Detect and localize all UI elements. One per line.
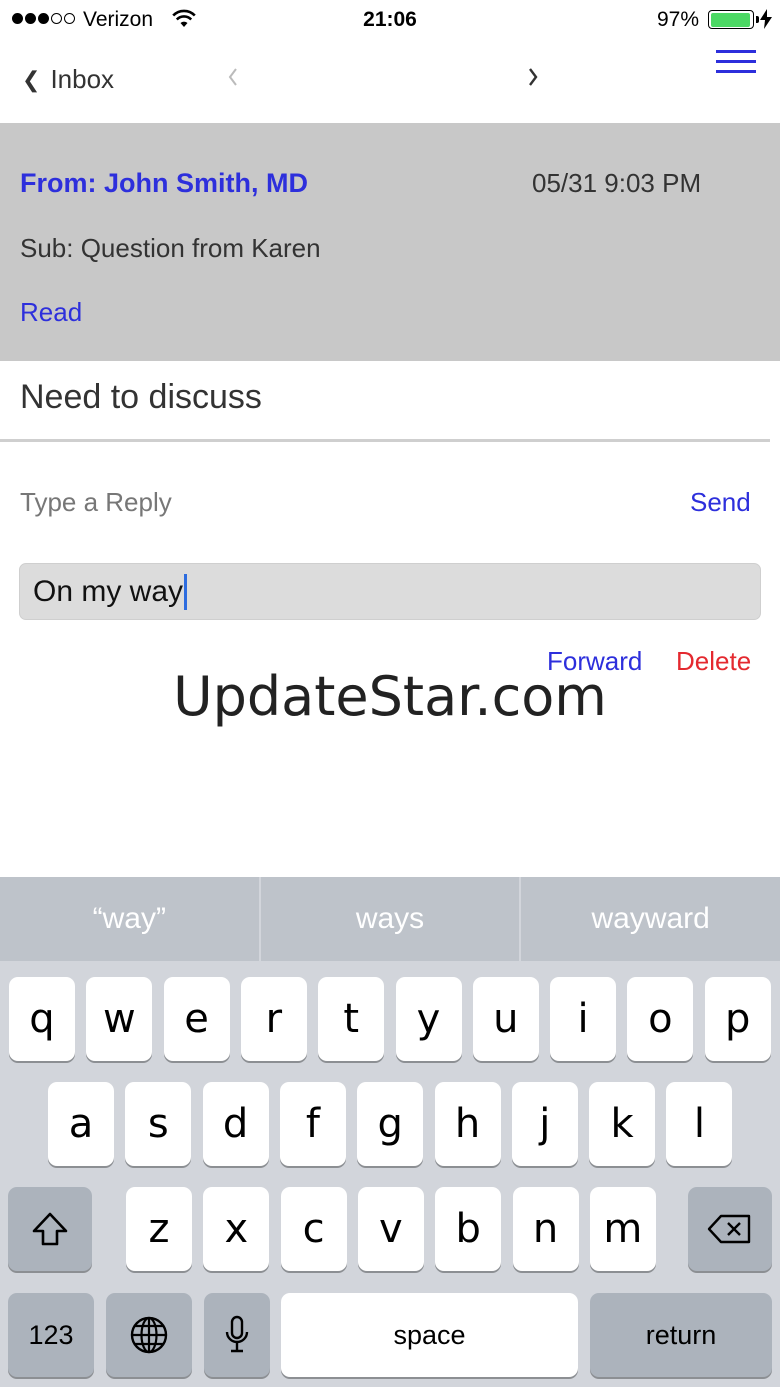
key-a[interactable]: a: [48, 1082, 114, 1166]
key-n[interactable]: n: [512, 1187, 579, 1271]
keyboard: “way” ways wayward qwertyuiop asdfghjkl zx…: [0, 877, 780, 1387]
divider: [0, 439, 770, 442]
microphone-icon: [225, 1315, 249, 1353]
key-c[interactable]: c: [280, 1187, 347, 1271]
key-w[interactable]: w: [86, 977, 153, 1061]
key-f[interactable]: f: [279, 1082, 346, 1166]
shift-key[interactable]: [8, 1187, 92, 1271]
message-subject: Sub: Question from Karen: [20, 233, 321, 263]
key-j[interactable]: j: [511, 1082, 578, 1166]
key-e[interactable]: e: [163, 977, 230, 1061]
battery-percent: 97%: [657, 8, 700, 31]
key-v[interactable]: v: [357, 1187, 424, 1271]
key-h[interactable]: h: [434, 1082, 501, 1166]
globe-icon: [130, 1316, 168, 1354]
nav-bar: ❮ Inbox: [0, 40, 780, 123]
numbers-key[interactable]: 123: [8, 1293, 94, 1377]
chevron-right-icon: [529, 68, 538, 86]
message-date: 05/31 9:03 PM: [532, 168, 702, 198]
previous-message-button[interactable]: [228, 66, 238, 94]
hamburger-menu-icon[interactable]: [716, 50, 756, 76]
suggestion-item[interactable]: wayward: [521, 877, 780, 961]
read-status: Read: [20, 297, 83, 327]
key-u[interactable]: u: [472, 977, 539, 1061]
return-key[interactable]: return: [590, 1293, 772, 1377]
key-y[interactable]: y: [395, 977, 462, 1061]
next-message-button[interactable]: [528, 66, 538, 94]
suggestion-item[interactable]: ways: [261, 877, 520, 961]
reply-input[interactable]: On my way: [19, 563, 761, 620]
key-z[interactable]: z: [126, 1187, 192, 1271]
backspace-icon: [707, 1214, 751, 1244]
shift-icon: [32, 1212, 68, 1246]
key-r[interactable]: r: [240, 977, 307, 1061]
suggestion-item[interactable]: “way”: [0, 877, 259, 961]
battery-icon: [708, 10, 759, 29]
back-label: Inbox: [50, 64, 115, 94]
status-bar: Verizon 21:06 97%: [0, 0, 780, 40]
key-o[interactable]: o: [627, 977, 694, 1061]
watermark: UpdateStar.com: [173, 665, 607, 728]
suggestion-bar: “way” ways wayward: [0, 877, 780, 961]
key-i[interactable]: i: [550, 977, 617, 1061]
space-key[interactable]: space: [281, 1293, 578, 1377]
reply-input-value: On my way: [33, 574, 184, 608]
key-s[interactable]: s: [125, 1082, 192, 1166]
key-b[interactable]: b: [435, 1187, 502, 1271]
message-body: Need to discuss: [20, 378, 262, 416]
globe-key[interactable]: [106, 1293, 192, 1377]
back-to-inbox-button[interactable]: ❮ Inbox: [22, 64, 114, 95]
key-t[interactable]: t: [318, 977, 385, 1061]
key-k[interactable]: k: [589, 1082, 656, 1166]
chevron-left-icon: ❮: [22, 66, 41, 92]
key-x[interactable]: x: [203, 1187, 270, 1271]
charging-bolt-icon: [760, 9, 772, 35]
key-g[interactable]: g: [357, 1082, 424, 1166]
backspace-key[interactable]: [688, 1187, 772, 1271]
sender[interactable]: From: John Smith, MD: [20, 168, 308, 199]
key-m[interactable]: m: [589, 1187, 656, 1271]
text-cursor: [184, 573, 188, 610]
chevron-left-icon: [228, 68, 237, 86]
key-q[interactable]: q: [9, 977, 75, 1061]
send-button[interactable]: Send: [690, 487, 751, 518]
key-p[interactable]: p: [704, 977, 771, 1061]
key-l[interactable]: l: [666, 1082, 733, 1166]
dictation-key[interactable]: [204, 1293, 270, 1377]
key-d[interactable]: d: [202, 1082, 269, 1166]
message-header: From: John Smith, MD 05/31 9:03 PM Sub: …: [0, 123, 780, 361]
reply-label: Type a Reply: [20, 487, 172, 517]
